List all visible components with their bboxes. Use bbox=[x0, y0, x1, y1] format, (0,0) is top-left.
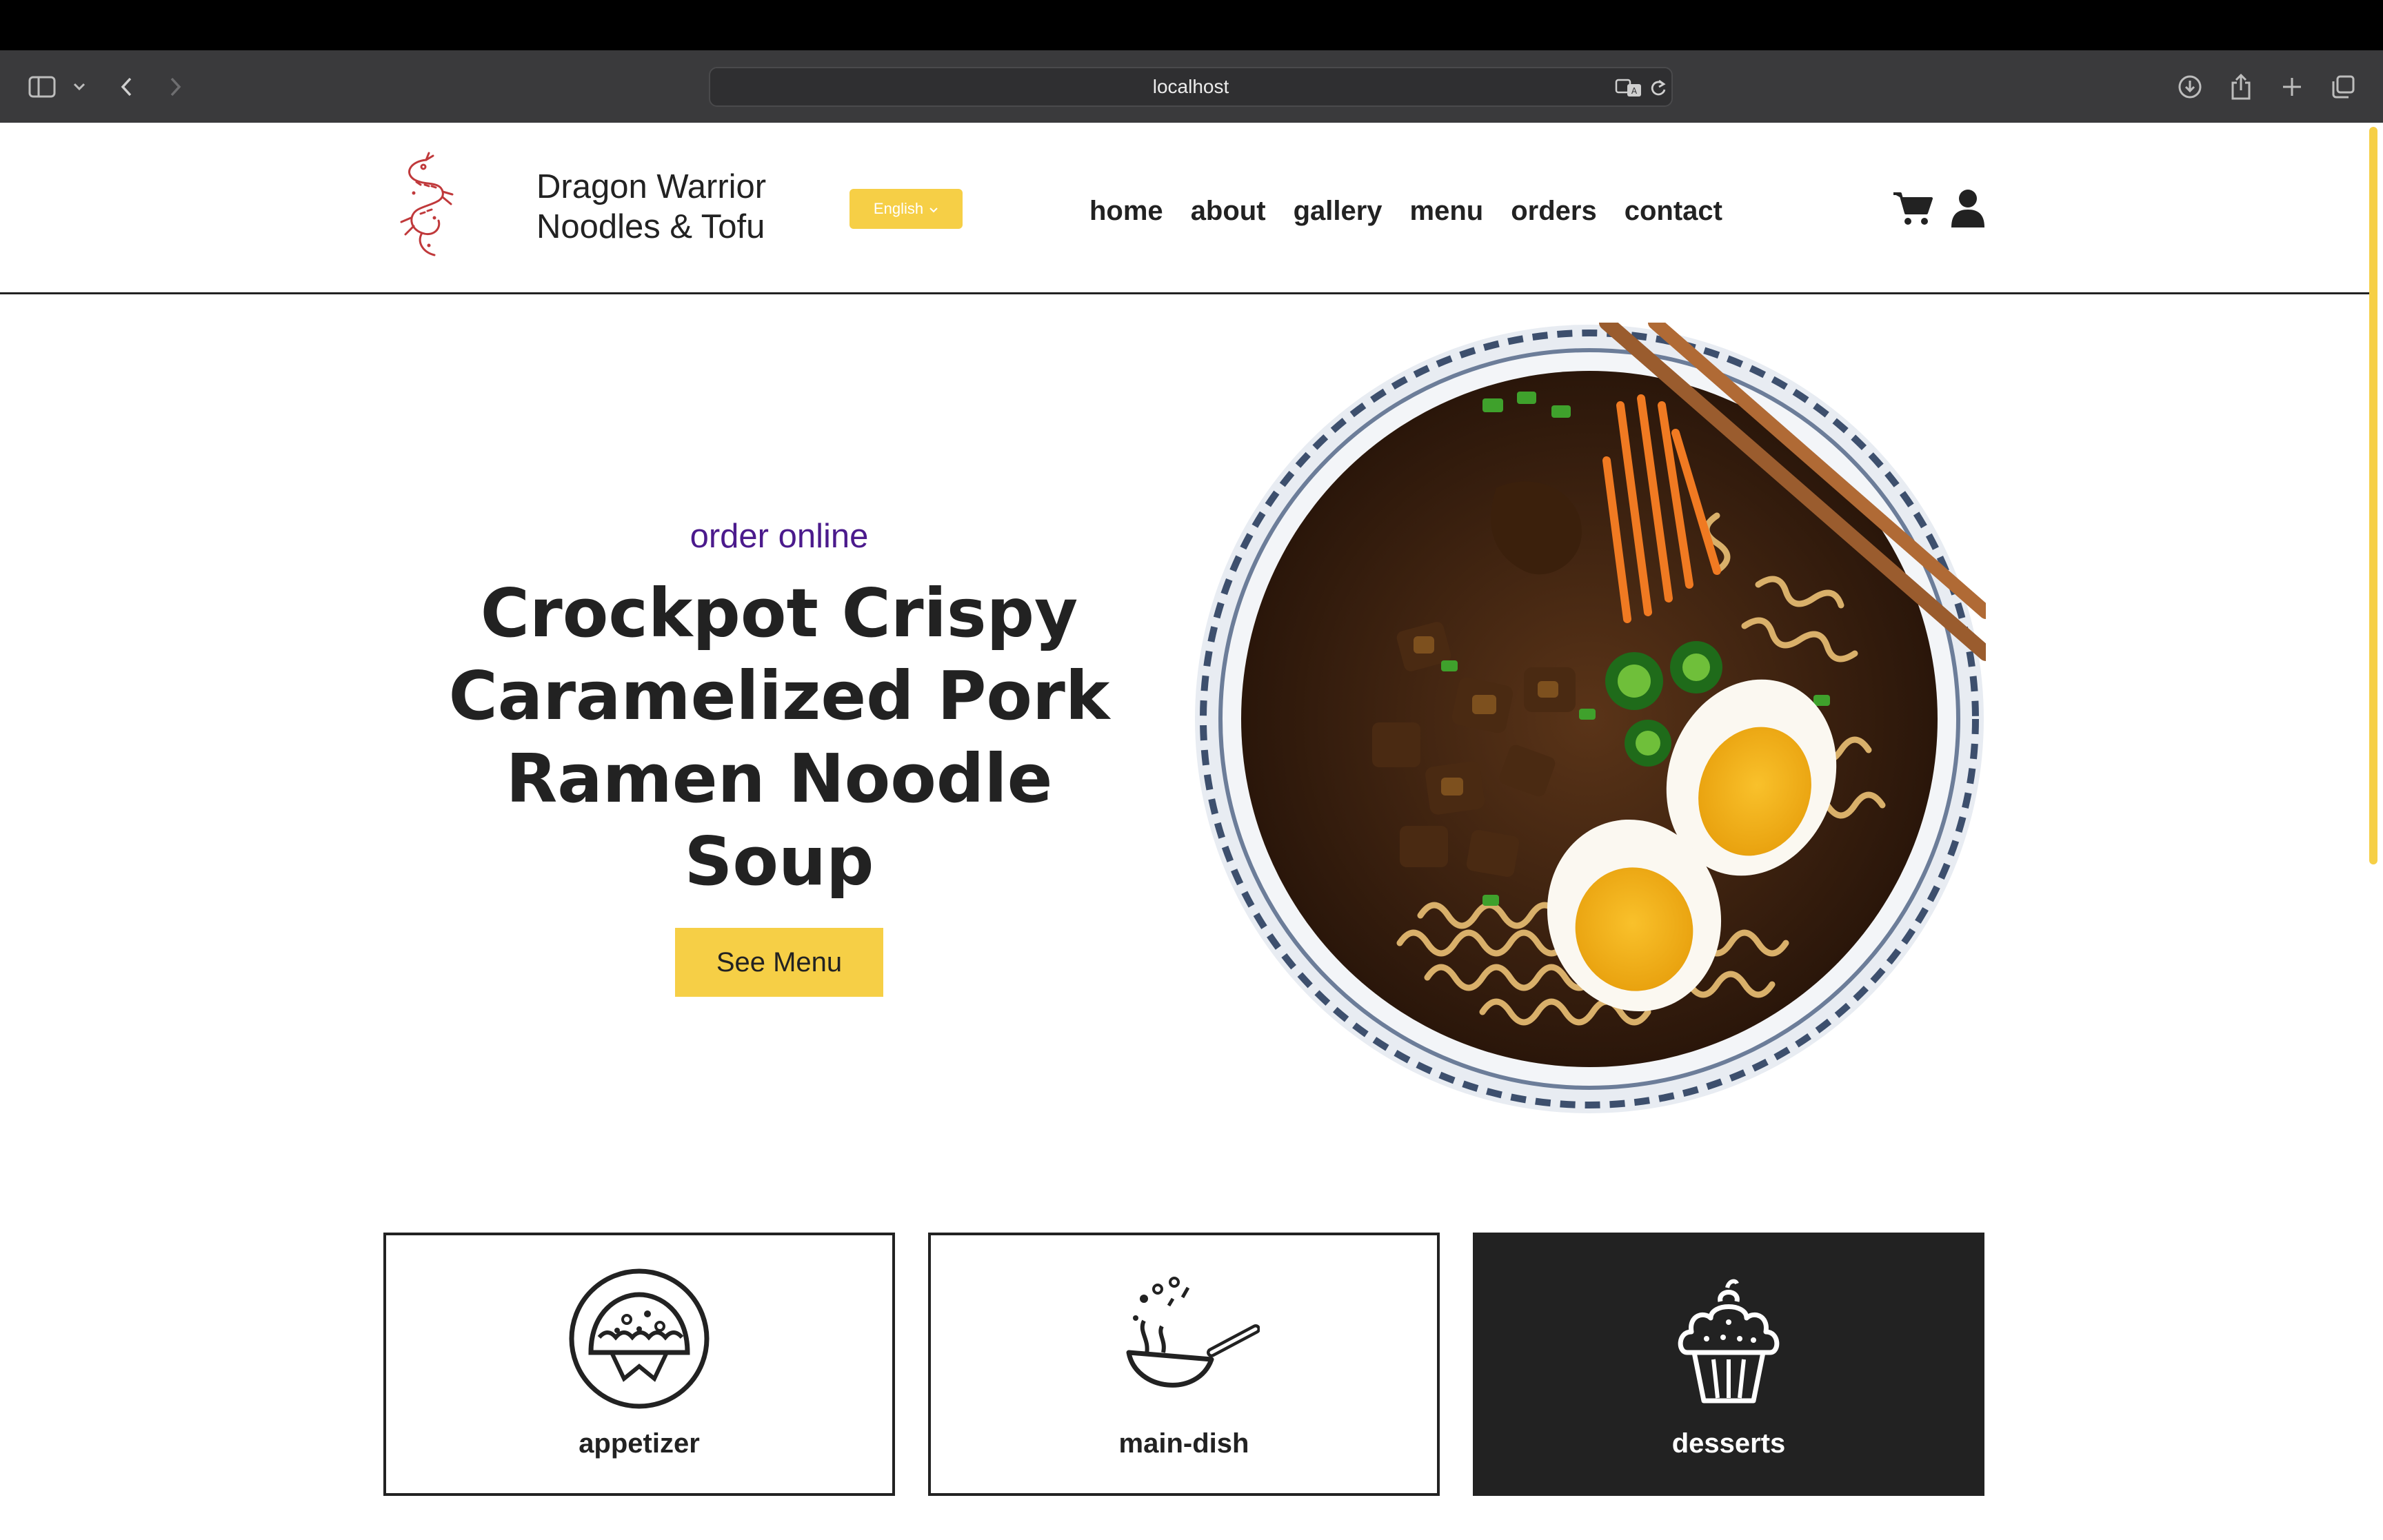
nav-menu[interactable]: menu bbox=[1410, 196, 1484, 227]
language-label: English bbox=[873, 200, 924, 217]
brand-line-2: Noodles & Tofu bbox=[536, 208, 765, 245]
category-label: appetizer bbox=[579, 1428, 700, 1459]
wok-icon bbox=[1108, 1263, 1260, 1415]
nav-orders[interactable]: orders bbox=[1511, 196, 1597, 227]
user-icon[interactable] bbox=[1946, 186, 1990, 230]
cart-icon[interactable] bbox=[1891, 186, 1935, 230]
main-nav: home about gallery menu orders contact bbox=[1089, 189, 1722, 233]
category-card-main-dish[interactable]: main-dish bbox=[928, 1233, 1440, 1496]
language-dropdown[interactable]: English bbox=[849, 189, 963, 229]
cupcake-icon bbox=[1653, 1263, 1804, 1415]
nav-about[interactable]: about bbox=[1191, 196, 1266, 227]
hero-title-line-2: Caramelized Pork bbox=[448, 657, 1110, 735]
nav-home[interactable]: home bbox=[1089, 196, 1163, 227]
browser-toolbar: localhost A bbox=[0, 50, 2383, 123]
category-card-desserts[interactable]: desserts bbox=[1473, 1233, 1984, 1496]
address-bar[interactable]: localhost A bbox=[709, 67, 1673, 107]
forward-icon[interactable] bbox=[165, 72, 186, 101]
back-icon[interactable] bbox=[116, 72, 137, 101]
hero-eyebrow: order online bbox=[690, 518, 869, 555]
translate-icon[interactable]: A bbox=[1613, 74, 1644, 103]
hero-title: Crockpot Crispy Caramelized Pork Ramen N… bbox=[414, 572, 1145, 903]
category-label: main-dish bbox=[1118, 1428, 1249, 1459]
chevron-down-icon bbox=[929, 200, 938, 218]
see-menu-button[interactable]: See Menu bbox=[675, 928, 883, 997]
dragon-logo-icon[interactable] bbox=[383, 152, 466, 262]
chevron-down-icon[interactable] bbox=[69, 72, 90, 101]
nav-gallery[interactable]: gallery bbox=[1294, 196, 1382, 227]
macos-top-bar bbox=[0, 0, 2383, 50]
category-card-appetizer[interactable]: appetizer bbox=[383, 1233, 895, 1496]
tabs-overview-icon[interactable] bbox=[2329, 72, 2357, 101]
ramen-bowl-image bbox=[1193, 315, 1993, 1115]
new-tab-icon[interactable] bbox=[2278, 72, 2306, 101]
hero-title-line-1: Crockpot Crispy bbox=[480, 574, 1078, 652]
page-scrollbar[interactable] bbox=[2369, 127, 2377, 864]
download-icon[interactable] bbox=[2176, 72, 2204, 101]
share-icon[interactable] bbox=[2227, 72, 2255, 101]
taco-icon bbox=[563, 1263, 715, 1415]
brand-name[interactable]: Dragon Warrior Noodles & Tofu bbox=[536, 167, 798, 247]
nav-contact[interactable]: contact bbox=[1625, 196, 1722, 227]
hero-text: order online Crockpot Crispy Caramelized… bbox=[414, 516, 1145, 997]
reload-icon[interactable] bbox=[1648, 74, 1669, 103]
web-page: Dragon Warrior Noodles & Tofu English ho… bbox=[0, 123, 2383, 1540]
hero-title-line-3: Ramen Noodle Soup bbox=[505, 740, 1053, 900]
category-label: desserts bbox=[1671, 1428, 1786, 1459]
url-text: localhost bbox=[1152, 76, 1229, 97]
site-header: Dragon Warrior Noodles & Tofu English ho… bbox=[0, 123, 2369, 294]
sidebar-icon[interactable] bbox=[26, 72, 58, 101]
brand-line-1: Dragon Warrior bbox=[536, 168, 767, 205]
svg-text:A: A bbox=[1631, 86, 1638, 96]
